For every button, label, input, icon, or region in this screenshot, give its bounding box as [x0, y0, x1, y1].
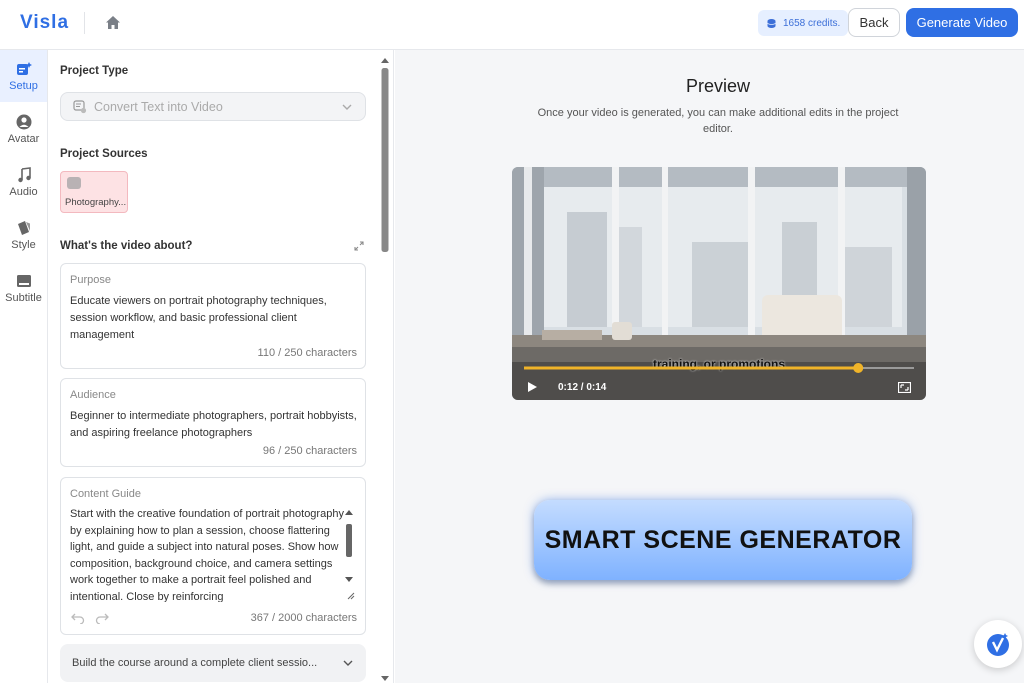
purpose-text[interactable]: Educate viewers on portrait photography … [70, 293, 358, 344]
style-icon [17, 220, 30, 235]
audience-count: 96 / 250 characters [262, 445, 357, 457]
undo-icon[interactable] [71, 612, 85, 624]
assistant-fab[interactable] [974, 620, 1022, 668]
progress-handle[interactable] [853, 363, 864, 373]
home-icon[interactable] [103, 13, 123, 33]
audience-field[interactable]: Audience Beginner to intermediate photog… [60, 378, 366, 467]
document-icon [67, 177, 81, 189]
video-time: 0:12 / 0:14 [558, 382, 607, 393]
setup-panel: Project Type Convert Text into Video Pro… [48, 50, 394, 683]
content-guide-field[interactable]: Content Guide Start with the creative fo… [60, 477, 366, 635]
content-guide-label: Content Guide [70, 488, 141, 500]
rail-item-audio[interactable]: Audio [0, 156, 47, 208]
text-to-video-icon [73, 99, 87, 113]
content-guide-scrollbar[interactable] [342, 506, 356, 602]
generate-video-button[interactable]: Generate Video [906, 8, 1018, 37]
purpose-label: Purpose [70, 274, 111, 286]
chevron-down-icon [342, 104, 352, 110]
left-rail: Setup Avatar Audio Style Subtitle [0, 50, 48, 683]
play-icon[interactable] [526, 381, 538, 393]
setup-icon [16, 61, 32, 75]
coins-icon [767, 18, 776, 28]
expand-icon[interactable] [354, 241, 364, 251]
subtitle-icon [16, 274, 31, 287]
audience-label: Audience [70, 389, 116, 401]
content-guide-text[interactable]: Start with the creative foundation of po… [70, 506, 345, 602]
rail-label-style: Style [11, 238, 36, 251]
project-sources-label: Project Sources [60, 148, 148, 160]
preview-title: Preview [685, 76, 751, 96]
back-button[interactable]: Back [848, 8, 900, 37]
project-type-label: Project Type [60, 65, 129, 77]
collapsed-section-label: Build the course around a complete clien… [72, 657, 318, 669]
fullscreen-icon[interactable] [898, 382, 911, 393]
smart-scene-generator-banner: SMART SCENE GENERATOR [534, 500, 912, 580]
visla-assistant-icon [987, 633, 1009, 656]
purpose-count: 110 / 250 characters [257, 347, 357, 359]
rail-item-style[interactable]: Style [0, 209, 47, 261]
purpose-field[interactable]: Purpose Educate viewers on portrait phot… [60, 263, 366, 369]
panel-scrollbar[interactable] [380, 54, 390, 683]
divider [84, 12, 85, 34]
progress-bar[interactable] [512, 363, 926, 373]
content-guide-count: 367 / 2000 characters [250, 612, 357, 624]
music-note-icon [17, 166, 31, 182]
video-player[interactable]: training, or promotions 0:12 / 0:14 [512, 167, 926, 400]
project-type-select[interactable]: Convert Text into Video [60, 92, 366, 121]
audience-text[interactable]: Beginner to intermediate photographers, … [70, 408, 358, 442]
video-about-label: What's the video about? [60, 240, 193, 252]
avatar-icon [16, 114, 31, 129]
rail-label-avatar: Avatar [7, 132, 40, 145]
source-chip-label: Photography... [65, 197, 127, 208]
credits-badge[interactable]: 1658 credits. [758, 10, 849, 36]
project-type-value: Convert Text into Video [94, 99, 223, 114]
collapsed-section[interactable]: Build the course around a complete clien… [60, 644, 366, 682]
chevron-down-icon [343, 660, 353, 666]
rail-item-avatar[interactable]: Avatar [0, 103, 47, 155]
rail-label-setup: Setup [9, 79, 38, 92]
video-controls: 0:12 / 0:14 [512, 363, 926, 400]
visla-logo[interactable]: Visla [20, 12, 69, 34]
redo-icon[interactable] [95, 612, 109, 624]
top-bar: Visla 1658 credits. Back Generate Video [0, 0, 1024, 50]
rail-item-setup[interactable]: Setup [0, 50, 47, 102]
rail-item-subtitle[interactable]: Subtitle [0, 262, 47, 314]
preview-area: Preview Once your video is generated, yo… [395, 50, 1024, 683]
source-chip[interactable]: Photography... [60, 171, 128, 213]
preview-subtitle: Once your video is generated, you can ma… [537, 107, 899, 135]
rail-label-audio: Audio [9, 185, 38, 198]
rail-label-subtitle: Subtitle [5, 291, 42, 304]
credits-text: 1658 credits. [783, 17, 841, 29]
